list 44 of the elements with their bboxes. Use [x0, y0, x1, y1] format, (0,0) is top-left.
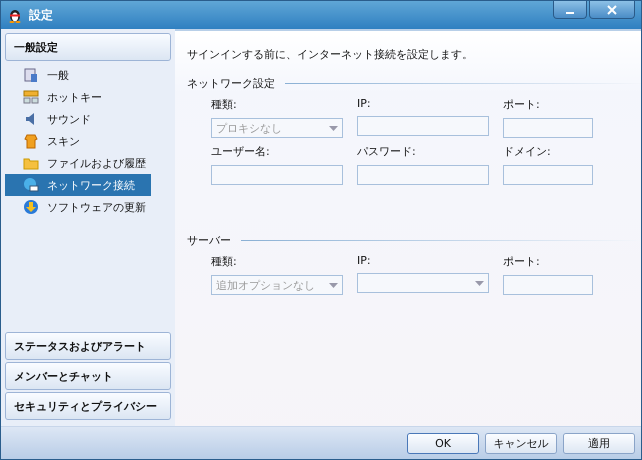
close-icon	[607, 4, 617, 14]
section-button[interactable]: 一般設定	[5, 33, 171, 61]
dropdown[interactable]	[357, 273, 489, 293]
section-button[interactable]: セキュリティとプライバシー	[5, 392, 171, 420]
sidebar-item[interactable]: ネットワーク接続	[5, 174, 151, 196]
input-field[interactable]	[357, 165, 489, 185]
minimize-button[interactable]	[553, 1, 587, 19]
input-field[interactable]	[357, 116, 489, 136]
minimize-icon	[566, 12, 574, 14]
field-label: IP:	[357, 254, 371, 267]
input-field[interactable]	[503, 275, 593, 295]
sidebar-item[interactable]: ホットキー	[5, 86, 151, 108]
section-title: サーバー	[187, 233, 231, 248]
field-label: ポート:	[503, 254, 540, 269]
description-text: サインインする前に、インターネット接続を設定します。	[187, 47, 474, 62]
field-label: ポート:	[503, 97, 540, 112]
download-icon	[23, 199, 39, 215]
dialog-button[interactable]: OK	[407, 432, 479, 454]
penguin-icon	[7, 7, 23, 23]
sidebar-item[interactable]: ファイルおよび履歴	[5, 152, 151, 174]
window-title: 設定	[29, 6, 54, 24]
input-field[interactable]	[503, 118, 593, 138]
section-button[interactable]: メンバーとチャット	[5, 362, 171, 390]
sidebar-item[interactable]: 一般	[5, 64, 151, 86]
field-label: 種類:	[211, 254, 237, 269]
caret-icon	[475, 280, 484, 286]
field-label: ドメイン:	[503, 144, 551, 159]
dialog-button[interactable]: 適用	[563, 432, 635, 454]
sidebar-item[interactable]: ソフトウェアの更新	[5, 196, 151, 218]
section-button[interactable]: ステータスおよびアラート	[5, 332, 171, 360]
field-label: パスワード:	[357, 144, 416, 159]
section-title: ネットワーク設定	[187, 76, 275, 91]
sidebar-item[interactable]: サウンド	[5, 108, 151, 130]
caret-icon	[329, 282, 338, 288]
caret-icon	[329, 126, 338, 130]
field-label: ユーザー名:	[211, 144, 270, 159]
field-label: 種類:	[211, 97, 237, 112]
dialog-button[interactable]: キャンセル	[485, 432, 557, 454]
field-label: IP:	[357, 97, 371, 110]
sidebar-item[interactable]: スキン	[5, 130, 151, 152]
input-field[interactable]	[211, 165, 343, 185]
input-field[interactable]	[503, 165, 593, 185]
close-button[interactable]	[589, 1, 635, 19]
shirt-icon	[23, 133, 39, 149]
